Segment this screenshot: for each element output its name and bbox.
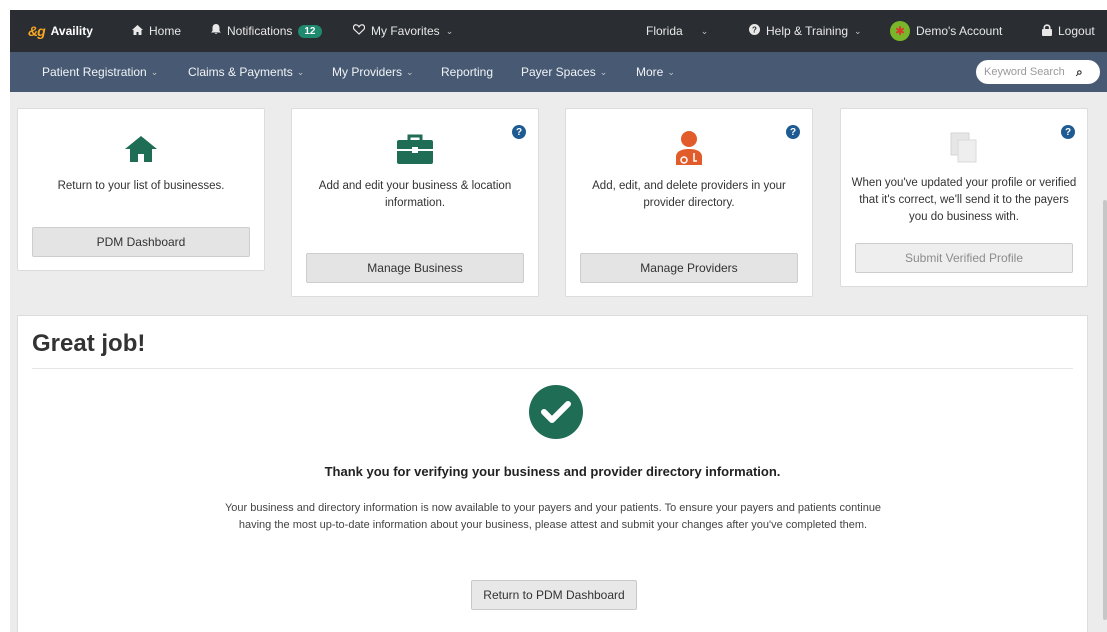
return-to-pdm-dashboard-button[interactable]: Return to PDM Dashboard	[471, 580, 637, 610]
submit-verified-profile-button[interactable]: Submit Verified Profile	[855, 243, 1073, 273]
manage-business-button[interactable]: Manage Business	[306, 253, 524, 283]
confirmation-message: Your business and directory information …	[224, 502, 882, 531]
availity-logo[interactable]: &g Availity	[28, 10, 93, 52]
home-label: Home	[149, 24, 182, 38]
divider	[32, 368, 1073, 369]
logout-label: Logout	[1058, 24, 1095, 38]
nav-label: Reporting	[441, 65, 494, 79]
bell-icon	[211, 24, 221, 38]
page-title: Great job!	[32, 330, 146, 357]
card-description: When you've updated your profile or veri…	[851, 177, 1077, 223]
heart-icon	[352, 24, 366, 38]
confirmation-heading: Thank you for verifying your business an…	[324, 464, 781, 479]
chevron-down-icon: ⌄	[667, 66, 675, 77]
help-icon[interactable]: ?	[512, 125, 526, 139]
account-label: Demo's Account	[916, 24, 1003, 38]
main-nav-bar: Patient Registration ⌄ Claims & Payments…	[10, 52, 1107, 92]
home-icon	[132, 24, 143, 38]
nav-payer-spaces[interactable]: Payer Spaces ⌄	[521, 52, 607, 92]
notifications-badge: 12	[298, 24, 322, 38]
chevron-down-icon: ⌄	[599, 66, 608, 77]
briefcase-icon	[397, 134, 433, 169]
logo-text: Availity	[50, 24, 93, 38]
favorites-menu[interactable]: My Favorites ⌄	[352, 10, 454, 52]
card-description: Add, edit, and delete providers in your …	[592, 180, 786, 209]
card-pdm-dashboard: Return to your list of businesses. PDM D…	[17, 108, 265, 271]
nav-patient-registration[interactable]: Patient Registration ⌄	[42, 52, 158, 92]
keyword-search-input[interactable]	[984, 66, 1076, 78]
chevron-down-icon: ⌄	[445, 25, 454, 36]
card-submit-verified-profile: ? When you've updated your profile or ve…	[840, 108, 1088, 287]
nav-claims-payments[interactable]: Claims & Payments ⌄	[188, 52, 304, 92]
chevron-down-icon: ⌄	[296, 66, 305, 77]
chevron-down-icon: ⌄	[150, 66, 159, 77]
help-training-menu[interactable]: ? Help & Training ⌄	[749, 10, 862, 52]
account-avatar-icon: ✱	[890, 21, 910, 41]
chevron-down-icon: ⌄	[854, 25, 862, 36]
help-icon[interactable]: ?	[1061, 125, 1075, 139]
keyword-search[interactable]: ⌕	[976, 60, 1100, 84]
home-icon	[125, 136, 157, 167]
account-menu[interactable]: ✱ Demo's Account	[890, 10, 1002, 52]
home-link[interactable]: Home	[132, 10, 181, 52]
nav-label: Payer Spaces	[521, 65, 596, 79]
notifications-label: Notifications	[227, 24, 293, 38]
card-description: Return to your list of businesses.	[57, 180, 225, 192]
nav-label: More	[636, 65, 664, 79]
card-description: Add and edit your business & location in…	[318, 180, 512, 209]
help-icon[interactable]: ?	[786, 125, 800, 139]
confirmation-panel: Great job! Thank you for verifying your …	[17, 315, 1088, 632]
documents-icon	[949, 131, 979, 170]
notifications-link[interactable]: Notifications 12	[211, 10, 322, 52]
svg-text:?: ?	[752, 25, 757, 34]
checkmark-circle-icon	[529, 385, 583, 439]
nav-label: My Providers	[332, 65, 403, 79]
chevron-down-icon: ⌄	[406, 66, 414, 77]
nav-more[interactable]: More ⌄	[636, 52, 675, 92]
top-bar: &g Availity Home Notifications 12 My Fav…	[10, 10, 1107, 52]
manage-providers-button[interactable]: Manage Providers	[580, 253, 798, 283]
pdm-dashboard-button[interactable]: PDM Dashboard	[32, 227, 250, 257]
nav-my-providers[interactable]: My Providers ⌄	[332, 52, 414, 92]
availity-logo-mark-icon: &g	[28, 23, 46, 39]
info-circle-icon: ?	[749, 24, 760, 38]
search-icon[interactable]: ⌕	[1076, 65, 1083, 80]
help-label: Help & Training	[766, 24, 849, 38]
card-manage-business: ? Add and edit your business & location …	[291, 108, 539, 297]
nav-reporting[interactable]: Reporting	[441, 52, 493, 92]
logout-link[interactable]: Logout	[1042, 10, 1095, 52]
doctor-icon	[674, 131, 704, 170]
state-selector[interactable]: Florida ⌄	[646, 10, 708, 52]
nav-label: Patient Registration	[42, 65, 147, 79]
chevron-down-icon: ⌄	[700, 25, 709, 36]
card-manage-providers: ? Add, edit, and delete providers in you…	[565, 108, 813, 297]
nav-label: Claims & Payments	[188, 65, 293, 79]
lock-icon	[1042, 23, 1052, 39]
favorites-label: My Favorites	[371, 24, 440, 38]
page-scrollbar[interactable]	[1103, 200, 1107, 620]
app-frame: &g Availity Home Notifications 12 My Fav…	[10, 10, 1107, 632]
state-label: Florida	[646, 24, 683, 38]
